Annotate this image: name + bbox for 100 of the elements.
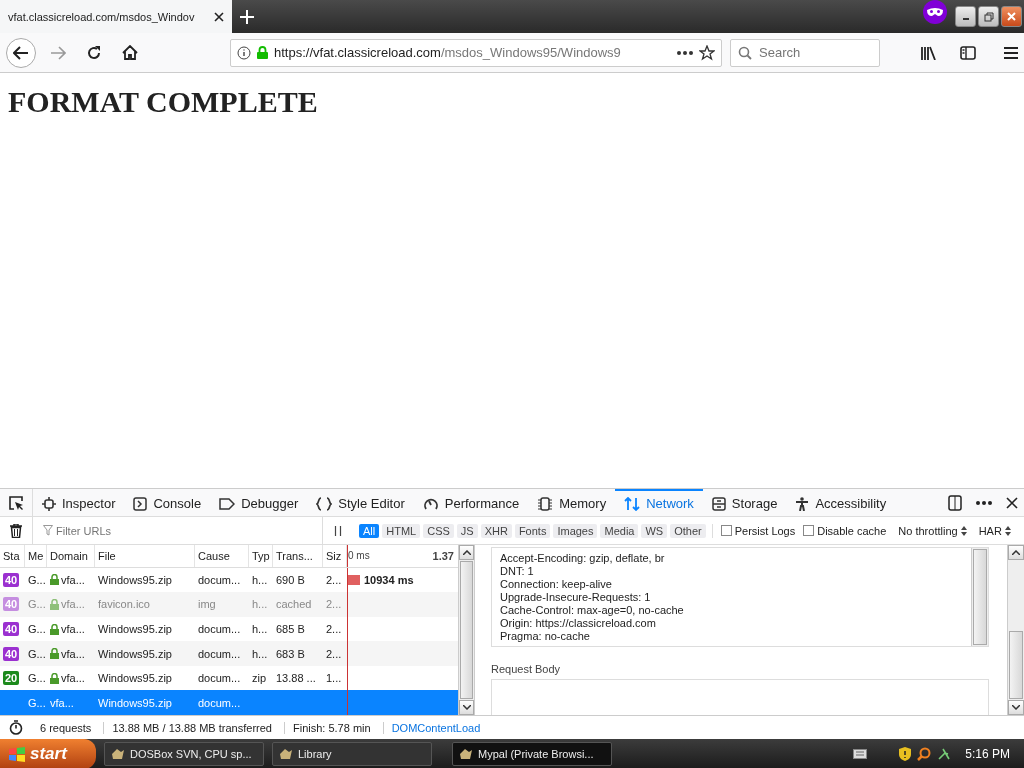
- transferred-cell: 13.88 ...: [276, 672, 316, 685]
- picker-icon: [8, 494, 24, 511]
- taskbar-item[interactable]: Library: [272, 742, 432, 766]
- method-cell: G...: [28, 598, 46, 611]
- funnel-icon: [43, 525, 53, 536]
- devtools-tab[interactable]: Inspector: [33, 489, 125, 516]
- domain-cell: vfa...: [50, 696, 74, 709]
- windows-logo-icon: [8, 746, 26, 762]
- type-cell: h...: [252, 573, 268, 586]
- file-cell: Windows95.zip: [98, 647, 172, 660]
- magnifier-icon: [917, 747, 932, 761]
- type-filter[interactable]: HTML: [382, 523, 421, 538]
- request-body-field[interactable]: [491, 679, 989, 715]
- devtools-tab[interactable]: Storage: [702, 489, 787, 516]
- gauge-icon: [422, 496, 439, 511]
- lock-icon: [50, 648, 59, 660]
- devtools-tab[interactable]: Network: [615, 489, 703, 516]
- box-icon: [42, 496, 56, 511]
- chip-icon: [537, 496, 554, 511]
- info-icon: [237, 45, 251, 60]
- scrollbar[interactable]: [1007, 545, 1024, 715]
- request-row[interactable]: 40 G... vfa... Windows95.zip docum... h... 683 B 2...: [0, 641, 458, 666]
- status-text: 13.88 MB / 13.88 MB transferred: [104, 721, 285, 734]
- chevron-down-icon: [1012, 705, 1020, 710]
- chevron-up-icon: [462, 550, 471, 555]
- header-line: Origin: https://classicreload.com: [500, 617, 657, 630]
- status-badge: 40: [3, 572, 20, 587]
- request-row[interactable]: G... vfa... Windows95.zip docum...: [0, 690, 458, 715]
- method-cell: G...: [28, 696, 46, 709]
- type-header[interactable]: Typ: [252, 549, 270, 562]
- transferred-cell: 690 B: [276, 573, 305, 586]
- pause-icon: [334, 525, 342, 536]
- file-cell: Windows95.zip: [98, 623, 172, 635]
- address-bar[interactable]: https://vfat.classicreload.com/msdos_Windows95/Windows9: [230, 38, 722, 67]
- more-icon: [976, 500, 992, 505]
- type-filter[interactable]: CSS: [423, 523, 454, 538]
- search-field[interactable]: Search: [730, 38, 880, 67]
- checkbox-label: Persist Logs: [734, 524, 796, 537]
- devtools-tab[interactable]: Console: [124, 489, 211, 516]
- lock-icon: [50, 672, 59, 684]
- file-header[interactable]: File: [98, 549, 116, 562]
- cause-cell: docum...: [198, 623, 241, 635]
- status-text: Finish: 5.78 min: [284, 721, 384, 734]
- headers-textarea[interactable]: Accept-Encoding: gzip, deflate, br DNT: 1 Connection: keep-alive Upgrade-Insecure-Requests: 1 Cache-Control: max-age=0, no-cache Origin: https://classicreload.com Pragma: no-cache: [491, 547, 989, 647]
- start-button[interactable]: start: [0, 739, 96, 768]
- type-filter[interactable]: WS: [641, 523, 668, 538]
- status-header[interactable]: Sta: [3, 549, 20, 562]
- menu-icon: [1004, 46, 1018, 59]
- dropdown[interactable]: HAR: [978, 524, 1011, 537]
- file-cell: Windows95.zip: [98, 573, 172, 586]
- domain-cell: vfa...: [61, 573, 85, 586]
- scrollbar[interactable]: [971, 548, 988, 646]
- size-header[interactable]: Siz: [326, 549, 342, 562]
- method-header[interactable]: Me: [28, 549, 44, 562]
- type-cell: h...: [252, 647, 268, 660]
- type-cell: zip: [252, 672, 267, 685]
- dropdown[interactable]: No throttling: [898, 524, 967, 537]
- sidebar-icon: [960, 45, 976, 60]
- domain-header[interactable]: Domain: [50, 549, 88, 562]
- shield-icon: [899, 747, 912, 761]
- type-cell: h...: [252, 598, 268, 611]
- devtools-tab[interactable]: Memory: [528, 489, 616, 516]
- domain-cell: vfa...: [61, 672, 85, 685]
- tab-title: vfat.classicreload.com/msdos_Windov: [8, 10, 196, 23]
- header-line: DNT: 1: [500, 565, 535, 578]
- file-cell: Windows95.zip: [98, 696, 172, 709]
- arrow-left-icon: [13, 45, 29, 60]
- type-filter[interactable]: Media: [600, 523, 639, 538]
- taskbar-item[interactable]: Mypal (Private Browsi...: [452, 742, 612, 766]
- back-button[interactable]: [6, 37, 36, 68]
- app-icon: [279, 748, 293, 760]
- size-cell: 2...: [326, 647, 342, 660]
- lock-icon: [50, 623, 59, 635]
- devtools-tab[interactable]: Performance: [413, 489, 529, 516]
- library-icon: [920, 45, 936, 60]
- type-filter[interactable]: XHR: [480, 523, 512, 538]
- type-filter[interactable]: Images: [553, 523, 598, 538]
- devtools-tab[interactable]: Style Editor: [307, 489, 414, 516]
- plus-icon: [240, 9, 254, 24]
- more-icon: [677, 50, 693, 55]
- devtools-tab[interactable]: Accessibility: [786, 489, 896, 516]
- type-filter[interactable]: All: [359, 523, 380, 538]
- keyboard-icon: [853, 749, 868, 759]
- header-line: Upgrade-Insecure-Requests: 1: [500, 591, 652, 604]
- checkbox[interactable]: [720, 525, 732, 536]
- browser-tab[interactable]: vfat.classicreload.com/msdos_Windov: [0, 0, 232, 33]
- cause-header[interactable]: Cause: [198, 549, 230, 562]
- taskbar-item[interactable]: DOSBox SVN, CPU sp...: [104, 742, 264, 766]
- transferred-header[interactable]: Trans...: [276, 549, 313, 562]
- type-filter[interactable]: JS: [456, 523, 478, 538]
- method-cell: G...: [28, 672, 46, 685]
- devtools-tab[interactable]: Debugger: [210, 489, 308, 516]
- checkbox[interactable]: [803, 525, 815, 536]
- scrollbar[interactable]: [458, 545, 474, 715]
- domain-cell: vfa...: [61, 623, 85, 635]
- size-cell: 2...: [326, 623, 342, 635]
- cause-cell: docum...: [198, 672, 241, 685]
- domain-cell: vfa...: [61, 598, 85, 611]
- type-filter[interactable]: Other: [670, 523, 706, 538]
- type-filter[interactable]: Fonts: [514, 523, 551, 538]
